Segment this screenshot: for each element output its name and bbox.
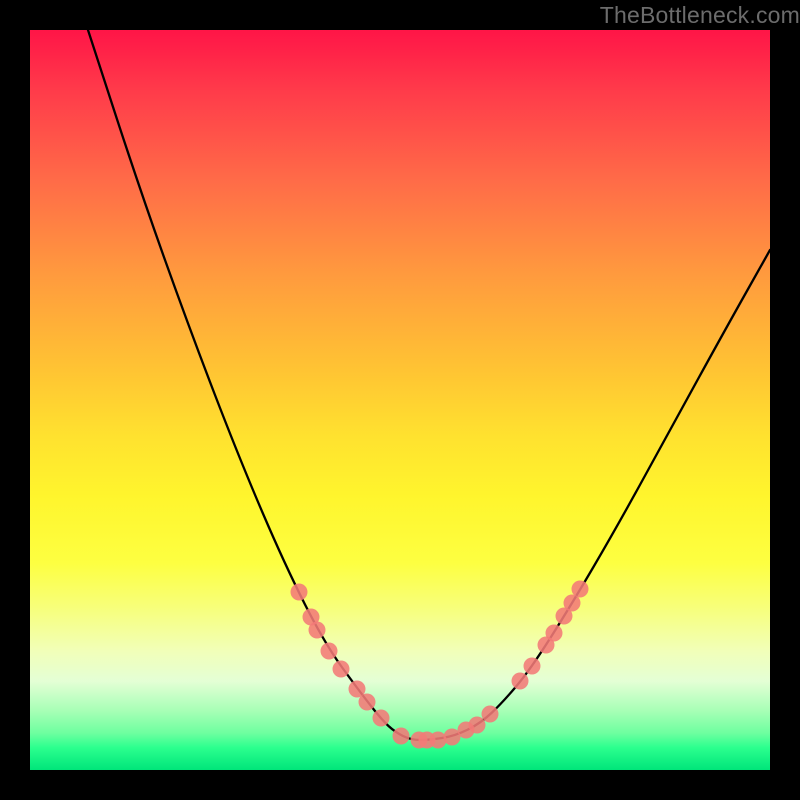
marker-dot [469,717,486,734]
marker-dot [359,694,376,711]
marker-dot [524,658,541,675]
marker-dot [309,622,326,639]
marker-dot [321,643,338,660]
watermark-text: TheBottleneck.com [600,2,800,29]
marker-dot [430,732,447,749]
marker-dot [512,673,529,690]
marker-dot [333,661,350,678]
bottleneck-curve [88,30,770,740]
plot-area [30,30,770,770]
outer-frame: TheBottleneck.com [0,0,800,800]
marker-dot [546,625,563,642]
marker-dot [572,581,589,598]
marker-dot [373,710,390,727]
curve-svg [30,30,770,770]
marker-dot [393,728,410,745]
marker-dot [482,706,499,723]
data-markers [291,581,589,749]
marker-dot [291,584,308,601]
